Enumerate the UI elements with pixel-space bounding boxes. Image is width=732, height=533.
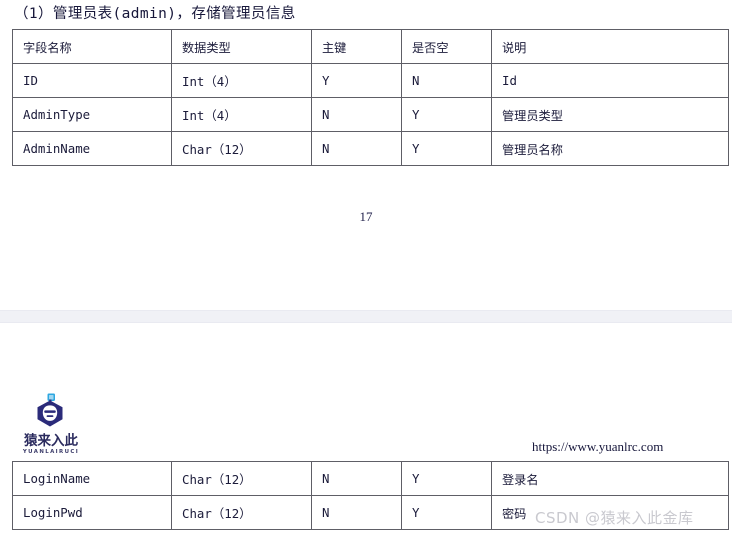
cell-field: AdminType <box>12 97 172 132</box>
cell-type: Int（4） <box>171 97 312 132</box>
table-row: LoginName Char（12） N Y 登录名 <box>12 461 729 496</box>
cell-null: Y <box>401 97 492 132</box>
column-header-field: 字段名称 <box>12 29 172 64</box>
table-row: LoginPwd Char（12） N Y 密码 <box>12 495 729 530</box>
admin-table-page1: 字段名称 数据类型 主键 是否空 说明 ID Int（4） Y N Id Adm… <box>12 29 729 166</box>
document-page-top: （1）管理员表(admin)，存储管理员信息 字段名称 数据类型 主键 是否空 … <box>0 0 732 310</box>
cell-field: LoginName <box>12 461 172 496</box>
page-separator <box>0 310 732 323</box>
cell-null: N <box>401 63 492 98</box>
column-header-type: 数据类型 <box>171 29 312 64</box>
page-number: 17 <box>359 209 373 224</box>
cell-pk: N <box>311 495 402 530</box>
admin-table-page2: LoginName Char（12） N Y 登录名 LoginPwd Char… <box>12 461 729 530</box>
table-row: ID Int（4） Y N Id <box>12 63 729 98</box>
cell-desc: 管理员类型 <box>491 97 729 132</box>
monkey-shield-icon <box>30 393 70 433</box>
site-logo: 猿来入此 YUANLAIRUCI <box>20 393 88 455</box>
logo-text-en: YUANLAIRUCI <box>22 449 80 455</box>
cell-field: LoginPwd <box>12 495 172 530</box>
cell-type: Int（4） <box>171 63 312 98</box>
table-header-row: 字段名称 数据类型 主键 是否空 说明 <box>12 29 729 64</box>
cell-pk: N <box>311 97 402 132</box>
cell-desc: 登录名 <box>491 461 729 496</box>
column-header-desc: 说明 <box>491 29 729 64</box>
cell-pk: N <box>311 461 402 496</box>
site-url[interactable]: https://www.yuanlrc.com <box>532 439 663 455</box>
cell-desc: Id <box>491 63 729 98</box>
cell-null: Y <box>401 495 492 530</box>
column-header-pk: 主键 <box>311 29 402 64</box>
table-row: AdminType Int（4） N Y 管理员类型 <box>12 97 729 132</box>
cell-type: Char（12） <box>171 461 312 496</box>
cell-type: Char（12） <box>171 495 312 530</box>
cell-null: Y <box>401 131 492 166</box>
cell-desc: 管理员名称 <box>491 131 729 166</box>
cell-field: ID <box>12 63 172 98</box>
logo-text-cn: 猿来入此 <box>24 433 78 449</box>
table-row: AdminName Char（12） N Y 管理员名称 <box>12 131 729 166</box>
cell-field: AdminName <box>12 131 172 166</box>
section-title: （1）管理员表(admin)，存储管理员信息 <box>14 6 296 22</box>
cell-pk: N <box>311 131 402 166</box>
column-header-null: 是否空 <box>401 29 492 64</box>
cell-desc: 密码 <box>491 495 729 530</box>
cell-null: Y <box>401 461 492 496</box>
cell-pk: Y <box>311 63 402 98</box>
cell-type: Char（12） <box>171 131 312 166</box>
